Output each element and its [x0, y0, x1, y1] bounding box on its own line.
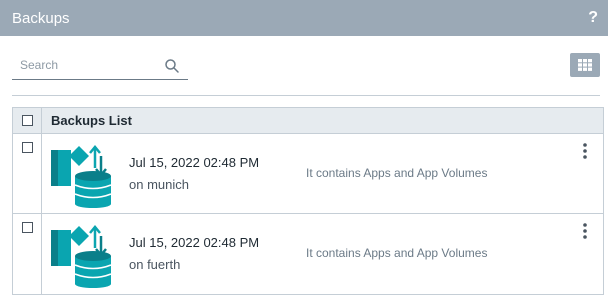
select-all-cell [13, 108, 42, 133]
backup-date: Jul 15, 2022 02:48 PM [129, 235, 260, 250]
search-input[interactable] [12, 52, 160, 78]
backup-date: Jul 15, 2022 02:48 PM [129, 155, 260, 170]
backup-host: on munich [129, 177, 189, 192]
table-row[interactable]: Jul 15, 2022 02:48 PM on munich It conta… [13, 134, 603, 214]
column-header-backups-list: Backups List [51, 113, 132, 128]
row-checkbox[interactable] [21, 142, 33, 153]
grid-view-button[interactable] [570, 53, 600, 77]
backup-database-icon [51, 225, 112, 288]
backup-description: It contains Apps and App Volumes [306, 246, 488, 260]
row-checkbox[interactable] [21, 222, 33, 233]
select-all-checkbox[interactable] [21, 115, 33, 126]
search-box [12, 52, 188, 80]
search-icon[interactable] [164, 58, 180, 74]
more-options-icon[interactable] [581, 223, 589, 239]
row-body: Jul 15, 2022 02:48 PM on fuerth It conta… [42, 214, 603, 294]
more-options-icon[interactable] [581, 143, 589, 159]
page-title: Backups [12, 9, 70, 27]
help-icon[interactable]: ? [588, 10, 598, 26]
backup-database-icon [51, 145, 112, 208]
row-select-cell [13, 134, 42, 213]
grid-view-icon [578, 59, 592, 71]
page-header: Backups ? [0, 0, 608, 36]
backups-table: Backups List Jul 15, 2022 02:48 PM on mu… [12, 107, 604, 295]
toolbar-divider [12, 95, 600, 96]
table-header: Backups List [13, 108, 603, 134]
backup-host: on fuerth [129, 257, 181, 272]
backup-description: It contains Apps and App Volumes [306, 166, 488, 180]
table-row[interactable]: Jul 15, 2022 02:48 PM on fuerth It conta… [13, 214, 603, 294]
row-body: Jul 15, 2022 02:48 PM on munich It conta… [42, 134, 603, 213]
row-select-cell [13, 214, 42, 294]
